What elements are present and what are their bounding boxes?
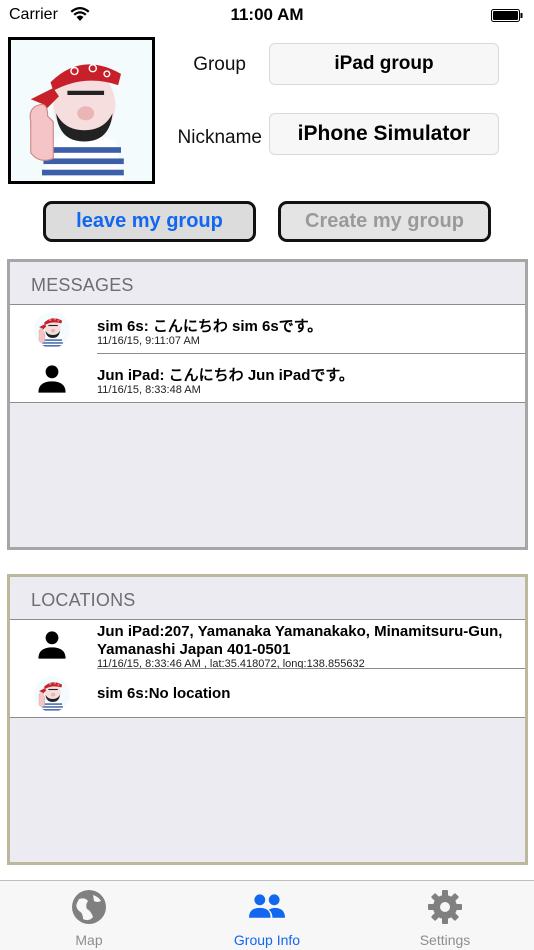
- cartoon-avatar-icon: [32, 676, 72, 712]
- message-timestamp: 11/16/15, 8:33:48 AM: [97, 384, 201, 396]
- cartoon-avatar-image: [11, 40, 152, 181]
- tab-group-info-label: Group Info: [233, 932, 301, 948]
- create-group-button[interactable]: Create my group: [278, 201, 491, 242]
- tab-map[interactable]: Map: [0, 881, 178, 950]
- messages-header: MESSAGES: [31, 275, 134, 295]
- messages-panel[interactable]: MESSAGES sim 6s: こんにちわ sim 6sです。 11/16/1…: [7, 259, 528, 550]
- location-row[interactable]: sim 6s:No location: [10, 669, 525, 718]
- tab-settings-label: Settings: [419, 932, 471, 948]
- locations-header: LOCATIONS: [31, 590, 136, 610]
- message-row[interactable]: Jun iPad: こんにちわ Jun iPadです。 11/16/15, 8:…: [10, 354, 525, 403]
- location-row[interactable]: Jun iPad:207, Yamanaka Yamanakako, Minam…: [10, 620, 525, 670]
- group-field[interactable]: iPad group: [269, 43, 499, 85]
- location-text: sim 6s:No location: [97, 685, 231, 702]
- tab-bar: Map Group Info Settings: [0, 880, 534, 950]
- cartoon-avatar-icon: [32, 312, 72, 348]
- locations-panel[interactable]: LOCATIONS Jun iPad:207, Yamanaka Yamanak…: [7, 574, 528, 865]
- leave-group-button[interactable]: leave my group: [43, 201, 256, 242]
- messages-list: sim 6s: こんにちわ sim 6sです。 11/16/15, 9:11:0…: [10, 304, 525, 403]
- tab-group-info[interactable]: Group Info: [178, 881, 356, 950]
- group-icon: [249, 894, 285, 918]
- status-bar: Carrier 11:00 AM: [0, 0, 534, 30]
- message-text: Jun iPad: こんにちわ Jun iPadです。: [97, 367, 354, 384]
- group-label: Group: [193, 54, 246, 75]
- nickname-label: Nickname: [177, 127, 262, 148]
- tab-settings[interactable]: Settings: [356, 881, 534, 950]
- person-icon: [32, 361, 72, 397]
- message-text: sim 6s: こんにちわ sim 6sです。: [97, 318, 323, 335]
- nickname-field[interactable]: iPhone Simulator: [269, 113, 499, 155]
- profile-avatar[interactable]: [8, 37, 155, 184]
- person-icon: [32, 627, 72, 663]
- gear-icon: [428, 890, 462, 924]
- tab-map-label: Map: [75, 932, 103, 948]
- globe-icon: [72, 890, 106, 924]
- message-row[interactable]: sim 6s: こんにちわ sim 6sです。 11/16/15, 9:11:0…: [10, 305, 525, 354]
- location-text: Jun iPad:207, Yamanaka Yamanakako, Minam…: [97, 623, 503, 658]
- status-time: 11:00 AM: [230, 5, 304, 24]
- message-timestamp: 11/16/15, 9:11:07 AM: [97, 335, 200, 347]
- battery-icon: [491, 9, 523, 22]
- locations-list: Jun iPad:207, Yamanaka Yamanakako, Minam…: [10, 619, 525, 718]
